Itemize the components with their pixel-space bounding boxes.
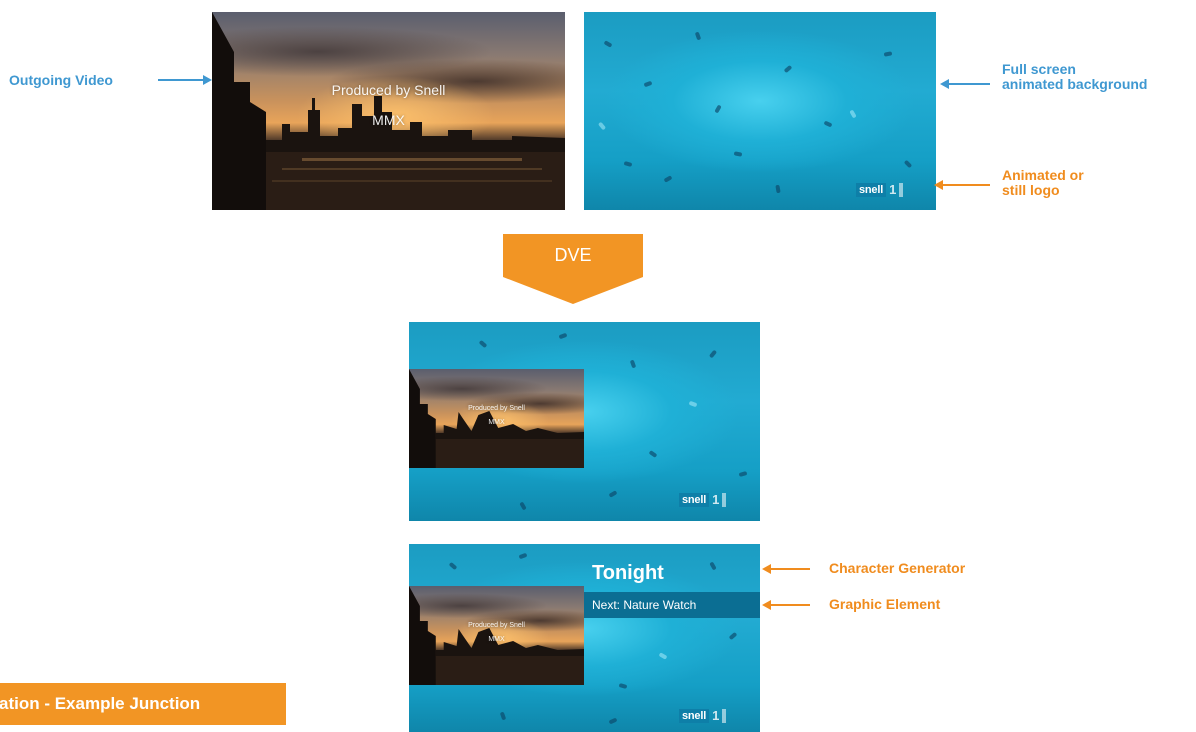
outgoing-caption-line1: Produced by Snell	[331, 82, 446, 98]
final-junction-frame: Tonight Next: Nature Watch Produced by S…	[409, 544, 760, 732]
logo-wordmark: snell	[679, 492, 710, 507]
logo-label-line2: still logo	[1002, 182, 1060, 198]
snell-logo-composite: snell 1	[679, 492, 727, 507]
city-skyline-silhouette	[212, 12, 565, 210]
logo-channel-number: 1	[889, 182, 897, 197]
logo-bar-icon	[722, 492, 727, 507]
logo-wordmark: snell	[856, 182, 887, 197]
outgoing-video-arrowhead	[203, 75, 212, 85]
inset-caption-line2: MMX	[488, 419, 505, 426]
cg-next-text: Next: Nature Watch	[592, 598, 697, 612]
full-screen-label: Full screen animated background	[1002, 62, 1147, 92]
final-inset-caption-line1: Produced by Snell	[468, 622, 525, 629]
outgoing-video-label: Outgoing Video	[9, 72, 113, 88]
graphic-element-bar: Next: Nature Watch	[584, 592, 760, 618]
dve-composite-frame: Produced by Snell MMX snell 1	[409, 322, 760, 521]
footer-title-tab: ation - Example Junction	[0, 683, 286, 725]
logo-label: Animated or still logo	[1002, 168, 1084, 198]
full-screen-arrow	[948, 83, 990, 85]
dve-arrow-tip	[503, 277, 643, 304]
final-inset-caption-line2: MMX	[488, 636, 505, 643]
cg-arrow	[770, 568, 810, 570]
dve-label: DVE	[554, 245, 592, 265]
snell-logo: snell 1	[856, 182, 904, 197]
full-screen-label-line2: animated background	[1002, 76, 1148, 92]
graphic-element-label: Graphic Element	[829, 596, 941, 612]
logo-bar-icon	[899, 182, 904, 197]
logo-channel-number: 1	[712, 708, 720, 723]
snell-logo-final: snell 1	[679, 708, 727, 723]
dve-inset-video: Produced by Snell MMX	[409, 369, 584, 468]
outgoing-caption-line2: MMX	[372, 112, 405, 128]
final-inset-video: Produced by Snell MMX	[409, 586, 584, 685]
graphic-element-arrow	[770, 604, 810, 606]
logo-label-line1: Animated or	[1002, 167, 1084, 183]
full-screen-label-line1: Full screen	[1002, 61, 1076, 77]
animated-background-frame: snell 1	[584, 12, 936, 210]
logo-wordmark: snell	[679, 708, 710, 723]
inset-caption-line1: Produced by Snell	[468, 405, 525, 412]
outgoing-video-frame: Produced by Snell MMX	[212, 12, 565, 210]
logo-channel-number: 1	[712, 492, 720, 507]
footer-title-text: ation - Example Junction	[0, 694, 201, 713]
outgoing-video-arrow	[158, 79, 204, 81]
cg-title: Tonight	[592, 562, 664, 584]
character-generator-label: Character Generator	[829, 560, 966, 576]
logo-arrow	[942, 184, 990, 186]
logo-bar-icon	[722, 708, 727, 723]
dve-arrow: DVE	[503, 234, 643, 277]
